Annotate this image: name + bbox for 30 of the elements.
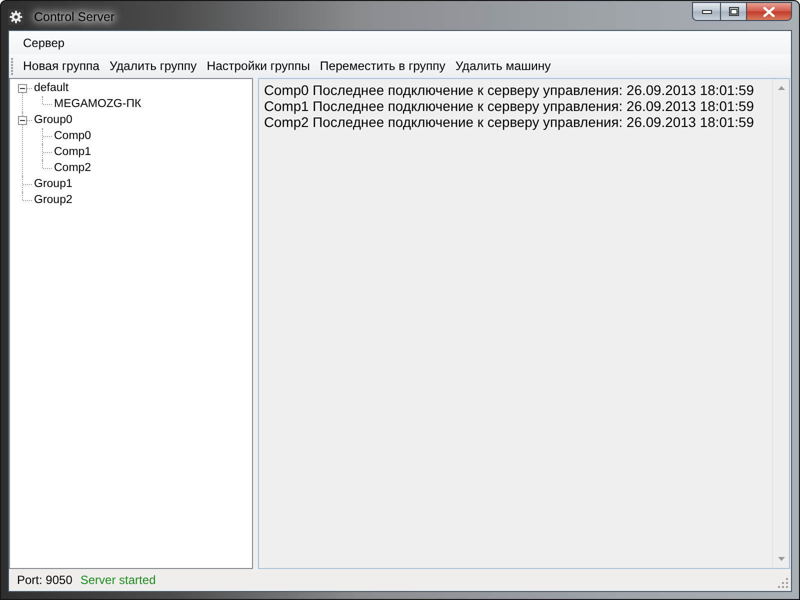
toolbar-button[interactable]: Переместить в группу	[314, 57, 450, 75]
tree-item[interactable]: Comp0	[52, 128, 94, 144]
toolbar-button[interactable]: Удалить машину	[450, 57, 556, 75]
log-line[interactable]: Comp0 Последнее подключение к серверу управления: 26.09.2013 18:01:59	[264, 82, 767, 98]
toolbar-button[interactable]: Новая группа	[18, 57, 105, 75]
minimize-icon	[702, 10, 712, 14]
size-grip-icon[interactable]	[778, 578, 788, 588]
close-icon	[763, 6, 775, 16]
log-line[interactable]: Comp1 Последнее подключение к серверу управления: 26.09.2013 18:01:59	[264, 98, 767, 114]
gear-icon[interactable]	[8, 8, 24, 24]
status-text: Server started	[79, 573, 157, 587]
maximize-button[interactable]	[720, 2, 746, 21]
tree-item[interactable]: Group0	[32, 112, 74, 128]
tree-item[interactable]: Group1	[32, 176, 74, 192]
tree-item[interactable]: Comp2	[52, 160, 94, 176]
tree-item[interactable]: Comp1	[52, 144, 94, 160]
grip-icon[interactable]	[11, 57, 14, 75]
minimize-button[interactable]	[692, 2, 720, 21]
log-line[interactable]: Comp2 Последнее подключение к серверу управления: 26.09.2013 18:01:59	[264, 114, 767, 130]
collapse-icon[interactable]	[18, 116, 27, 124]
tree-item[interactable]: MEGAMOZG-ПК	[52, 96, 144, 112]
collapse-icon[interactable]	[18, 84, 27, 92]
menu-item[interactable]: Сервер	[16, 34, 72, 52]
status-text: Port: 9050	[16, 573, 74, 587]
toolbar-button[interactable]: Настройки группы	[202, 57, 315, 75]
maximize-icon	[728, 7, 738, 16]
toolbar-button[interactable]: Удалить группу	[104, 57, 202, 75]
tree-item[interactable]: Group2	[32, 192, 74, 208]
tree-item[interactable]: default	[32, 80, 71, 96]
close-button[interactable]	[746, 2, 792, 21]
